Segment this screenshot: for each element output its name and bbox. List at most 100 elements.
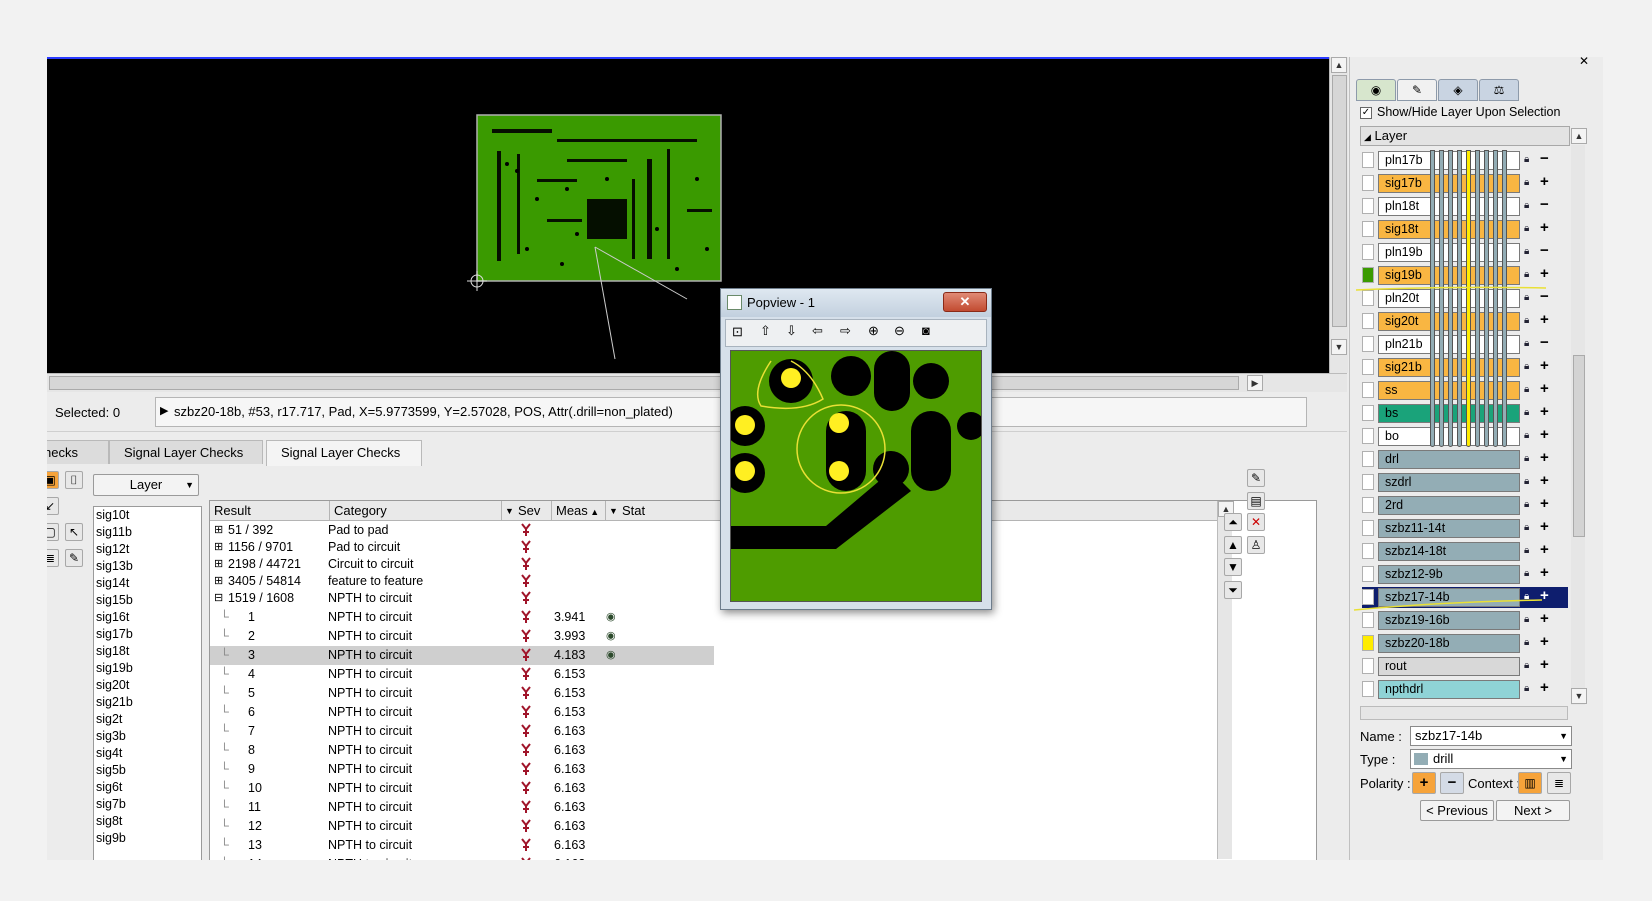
layer-scrollbar[interactable] [1571,145,1585,705]
pointer-icon[interactable]: ↙ [47,497,59,515]
layer-h-scrollbar[interactable] [1360,706,1568,720]
scroll-thumb[interactable] [1573,355,1585,537]
eye-icon[interactable]: ◉ [606,608,616,627]
pencil-icon[interactable]: ✎ [1247,469,1265,487]
arrow-down-icon[interactable]: ⇩ [786,323,797,339]
canvas-horizontal-scrollbar[interactable]: ▶ [47,373,1347,392]
arrow-up-icon[interactable]: ⇧ [760,323,771,339]
result-row[interactable]: └ 12 NPTH to circuit 6.163 [210,817,714,836]
type-field[interactable]: drill ▼ [1410,749,1572,769]
zoom-out-icon[interactable]: ⊖ [894,323,905,339]
layer-list-item[interactable]: sig3b [94,728,201,745]
arrow-right-icon[interactable]: ⇨ [840,323,851,339]
name-field[interactable]: szbz17-14b ▼ [1410,726,1572,746]
result-row[interactable]: └ 11 NPTH to circuit 6.163 [210,798,714,817]
layer-list-item[interactable]: sig10t [94,507,201,524]
results-scrollbar[interactable]: ▲ [1217,501,1234,859]
board-canvas[interactable] [47,57,1329,375]
layer-list-item[interactable]: sig13b [94,558,201,575]
zoom-in-icon[interactable]: ⊕ [868,323,879,339]
arrow-left-icon[interactable]: ⇦ [812,323,823,339]
col-sev[interactable]: ▼ Sev [502,501,552,521]
arrow-down-icon[interactable]: ▼ [1224,558,1242,576]
scroll-up-icon[interactable]: ▲ [1571,128,1587,144]
move-bottom-icon[interactable]: ⏷ [1224,581,1242,599]
result-row[interactable]: └ 9 NPTH to circuit 6.163 [210,760,714,779]
scroll-down-icon[interactable]: ▼ [1331,339,1347,355]
scroll-thumb[interactable] [49,376,1239,390]
result-row[interactable]: └ 2 NPTH to circuit 3.993 ◉ [210,627,714,646]
result-row[interactable]: └ 1 NPTH to circuit 3.941 ◉ [210,608,714,627]
arrow-up-icon[interactable]: ▲ [1224,536,1242,554]
arrow-cursor-icon[interactable]: ↖ [65,523,83,541]
scroll-thumb[interactable] [1332,75,1347,327]
layer-list-item[interactable]: sig17b [94,626,201,643]
layer-list-item[interactable]: sig11b [94,524,201,541]
tab-checks[interactable]: hecks [47,440,109,464]
collapse-icon[interactable]: ⊟ [214,589,223,608]
col-meas[interactable]: Meas ▲ [552,501,606,521]
result-group-row[interactable]: ⊟ 1519 / 1608 NPTH to circuit [210,589,740,608]
scroll-down-icon[interactable]: ▼ [1571,688,1587,704]
next-button[interactable]: Next > [1496,800,1570,821]
layer-list-item[interactable]: sig2t [94,711,201,728]
context-board-button[interactable]: ▥ [1518,772,1542,794]
previous-button[interactable]: < Previous [1420,800,1494,821]
layer-color-icon[interactable]: ▣ [47,471,59,489]
tab-signal-layer-checks-1[interactable]: Signal Layer Checks [109,440,263,464]
layer-list-item[interactable]: sig4t [94,745,201,762]
layer-list-item[interactable]: sig20t [94,677,201,694]
report-icon[interactable]: ▤ [1247,492,1265,510]
user-icon[interactable]: ♙ [1247,536,1265,554]
popview-image[interactable] [730,350,982,602]
polarity-negative-button[interactable]: − [1440,772,1464,794]
result-row[interactable]: └ 13 NPTH to circuit 6.163 [210,836,714,855]
show-hide-checkbox[interactable]: ✓ [1360,107,1372,119]
popview-window[interactable]: Popview - 1 ✕ ⊡ ⇧ ⇩ ⇦ ⇨ ⊕ ⊖ ◙ [720,288,992,610]
camera-icon[interactable]: ⌷ [65,471,83,489]
layer-list-item[interactable]: sig6t [94,779,201,796]
polarity-positive-button[interactable]: + [1412,772,1436,794]
layer-list-item[interactable]: sig18t [94,643,201,660]
layer-list-item[interactable]: sig7b [94,796,201,813]
camera-icon[interactable]: ◙ [922,323,930,338]
move-top-icon[interactable]: ⏶ [1224,513,1242,531]
result-row[interactable]: └ 10 NPTH to circuit 6.163 [210,779,714,798]
layer-header[interactable]: ◢ Layer [1360,126,1570,146]
tab-palette-icon[interactable]: ◈ [1438,79,1478,101]
result-row[interactable]: └ 6 NPTH to circuit 6.153 [210,703,714,722]
fit-view-icon[interactable]: ⊡ [732,324,743,340]
layer-dropdown[interactable]: Layer ▼ [93,474,199,496]
result-row[interactable]: └ 8 NPTH to circuit 6.163 [210,741,714,760]
layer-list-item[interactable]: sig19b [94,660,201,677]
select-box-icon[interactable]: ▢ [47,523,59,541]
layer-list-item[interactable]: sig12t [94,541,201,558]
scroll-right-icon[interactable]: ▶ [1247,375,1263,391]
layer-list-item[interactable]: sig15b [94,592,201,609]
result-row[interactable]: └ 4 NPTH to circuit 6.153 [210,665,714,684]
layer-list-item[interactable]: sig21b [94,694,201,711]
result-row[interactable]: └14NPTH to circuit6.163 [210,855,714,860]
panel-close-icon[interactable]: ✕ [1579,57,1589,68]
layer-list-item[interactable]: sig16t [94,609,201,626]
layer-list[interactable]: sig10t sig11b sig12t sig13b sig14t sig15b sig1… [93,506,202,860]
col-result[interactable]: Result [210,501,330,521]
tab-edit-icon[interactable]: ✎ [1397,79,1437,101]
popview-titlebar[interactable]: Popview - 1 ✕ [721,289,991,317]
edit-icon[interactable]: ✎ [65,549,83,567]
layer-list-item[interactable]: sig14t [94,575,201,592]
tab-layers-icon[interactable]: ◉ [1356,79,1396,101]
scroll-up-icon[interactable]: ▲ [1331,57,1347,73]
eye-icon[interactable]: ◉ [606,646,616,665]
layer-list-item[interactable]: sig8t [94,813,201,830]
layers-icon[interactable]: ≣ [47,549,59,567]
close-icon[interactable]: ✕ [1247,513,1265,531]
tab-options-icon[interactable]: ⚖ [1479,79,1519,101]
tab-signal-layer-checks-2[interactable]: Signal Layer Checks [266,440,422,466]
result-row[interactable]: └ 7 NPTH to circuit 6.163 [210,722,714,741]
result-row[interactable]: └ 3 NPTH to circuit 4.183 ◉ [210,646,714,665]
close-icon[interactable]: ✕ [943,292,987,312]
context-misc-button[interactable]: ≣ [1547,772,1571,794]
col-category[interactable]: Category [330,501,502,521]
result-row[interactable]: └ 5 NPTH to circuit 6.153 [210,684,714,703]
